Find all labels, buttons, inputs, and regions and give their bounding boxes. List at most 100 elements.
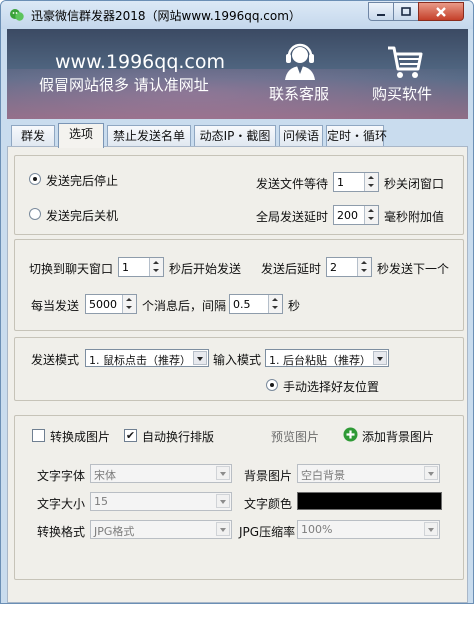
jpg-quality-value: 100% (301, 523, 333, 536)
chevron-down-icon[interactable] (373, 351, 387, 365)
every-send-label: 每当发送 (31, 299, 80, 313)
stop-after-send-radio[interactable] (29, 173, 41, 185)
interval-stepper[interactable] (268, 295, 282, 313)
bg-image-select[interactable]: 空白背景 (297, 464, 440, 483)
stop-after-send-label: 发送完后停止 (46, 174, 119, 188)
maximize-button[interactable] (393, 2, 419, 21)
global-delay-spinner[interactable] (333, 205, 379, 225)
font-size-value: 15 (94, 495, 108, 508)
send-finish-group: 发送完后停止 发送完后关机 发送文件等待 秒关闭窗口 全局发送延时 毫秒附加值 (14, 155, 464, 235)
switch-chat-spinner[interactable] (118, 257, 164, 277)
file-wait-spinner[interactable] (333, 172, 379, 192)
preview-image-button[interactable]: 预览图片 (271, 428, 319, 445)
input-mode-label: 输入模式 (213, 353, 262, 367)
send-mode-select[interactable]: 1. 鼠标点击（推荐） (85, 349, 209, 367)
close-button[interactable] (418, 2, 464, 21)
options-panel: 发送完后停止 发送完后关机 发送文件等待 秒关闭窗口 全局发送延时 毫秒附加值 … (7, 146, 468, 603)
global-delay-label: 全局发送延时 (256, 210, 329, 224)
every-send-suffix: 个消息后，间隔 (142, 299, 227, 313)
manual-select-label: 手动选择好友位置 (283, 380, 380, 394)
interval-input[interactable] (231, 296, 267, 312)
jpg-quality-select[interactable]: 100% (297, 520, 440, 539)
after-send-input[interactable] (328, 259, 356, 275)
mode-group: 发送模式 1. 鼠标点击（推荐） 输入模式 1. 后台粘贴（推荐） 手动选择好友… (14, 337, 464, 401)
input-mode-select[interactable]: 1. 后台粘贴（推荐） (265, 349, 389, 367)
every-send-stepper[interactable] (122, 295, 136, 313)
global-delay-input[interactable] (335, 207, 363, 223)
input-mode-value: 1. 后台粘贴（推荐） (269, 354, 371, 367)
after-send-label: 发送后延时 (261, 262, 322, 276)
shutdown-after-send-radio[interactable] (29, 208, 41, 220)
manual-select-radio[interactable] (266, 379, 278, 391)
headset-agent-icon (285, 43, 315, 80)
global-delay-stepper[interactable] (364, 206, 378, 224)
banner: www.1996qq.com 假冒网站很多 请认准网址 联系客服 购买软件 (7, 29, 468, 119)
app-window: 迅豪微信群发器2018（网站www.1996qq.com） www.1996qq… (0, 0, 474, 604)
convert-image-checkbox[interactable] (32, 429, 45, 442)
customer-service-button[interactable]: 联系客服 (259, 41, 339, 113)
bg-image-value: 空白背景 (301, 469, 345, 482)
app-icon (10, 9, 24, 21)
every-send-spinner[interactable] (85, 294, 137, 314)
auto-wrap-checkbox[interactable]: ✔ (124, 429, 137, 442)
add-circle-icon[interactable] (343, 427, 358, 442)
font-size-label: 文字大小 (37, 497, 86, 511)
chevron-down-icon[interactable] (424, 466, 438, 480)
tab-schedule-loop[interactable]: 定时・循环 (326, 125, 387, 147)
font-value: 宋体 (94, 469, 116, 482)
image-convert-group: 转换成图片 ✔ 自动换行排版 预览图片 添加背景图片 文字字体 宋体 背景图片 … (14, 415, 464, 580)
buy-software-button[interactable]: 购买软件 (362, 41, 442, 113)
customer-service-label: 联系客服 (268, 85, 329, 103)
chevron-down-icon[interactable] (216, 522, 230, 536)
send-delay-group: 切换到聊天窗口 秒后开始发送 发送后延时 秒发送下一个 每当发送 个消息后，间隔 (14, 239, 464, 331)
tab-mass-send[interactable]: 群发 (11, 125, 55, 147)
shopping-cart-icon (388, 46, 423, 78)
window-title: 迅豪微信群发器2018（网站www.1996qq.com） (31, 9, 301, 23)
tab-dynamic-ip-screenshot[interactable]: 动态IP・截图 (194, 125, 276, 147)
convert-image-label: 转换成图片 (50, 430, 111, 444)
format-label: 转换格式 (37, 525, 86, 539)
font-size-select[interactable]: 15 (90, 492, 232, 511)
interval-spinner[interactable] (229, 294, 283, 314)
chevron-down-icon[interactable] (216, 466, 230, 480)
after-send-stepper[interactable] (357, 258, 371, 276)
chevron-down-icon[interactable] (424, 522, 438, 536)
chevron-down-icon[interactable] (193, 351, 207, 365)
file-wait-stepper[interactable] (364, 173, 378, 191)
font-select[interactable]: 宋体 (90, 464, 232, 483)
auto-wrap-label: 自动换行排版 (142, 430, 215, 444)
switch-chat-input[interactable] (120, 259, 148, 275)
maximize-icon (401, 6, 411, 16)
send-mode-label: 发送模式 (31, 353, 80, 367)
tab-bar: 群发 选项 禁止发送名单 动态IP・截图 问候语 定时・循环 (11, 123, 467, 148)
file-wait-label: 发送文件等待 (256, 177, 329, 191)
buy-software-label: 购买软件 (371, 85, 432, 103)
format-select[interactable]: JPG格式 (90, 520, 232, 539)
font-label: 文字字体 (37, 469, 86, 483)
text-color-label: 文字颜色 (244, 497, 293, 511)
after-send-suffix: 秒发送下一个 (377, 262, 450, 276)
switch-chat-label: 切换到聊天窗口 (29, 262, 114, 276)
minimize-button[interactable] (368, 2, 394, 21)
close-icon (436, 6, 446, 17)
bg-image-label: 背景图片 (244, 469, 293, 483)
shutdown-after-send-label: 发送完后关机 (46, 209, 119, 223)
send-mode-value: 1. 鼠标点击（推荐） (89, 354, 191, 367)
tab-options[interactable]: 选项 (58, 123, 104, 148)
after-send-spinner[interactable] (326, 257, 372, 277)
add-background-button[interactable]: 添加背景图片 (362, 428, 434, 445)
banner-warning: 假冒网站很多 请认准网址 (39, 76, 209, 94)
close-window-suffix: 秒关闭窗口 (384, 177, 445, 191)
global-delay-suffix: 毫秒附加值 (384, 210, 445, 224)
file-wait-input[interactable] (335, 174, 363, 190)
chevron-down-icon[interactable] (216, 494, 230, 508)
every-send-input[interactable] (87, 296, 121, 312)
switch-chat-suffix: 秒后开始发送 (169, 262, 242, 276)
switch-chat-stepper[interactable] (149, 258, 163, 276)
tab-blocklist[interactable]: 禁止发送名单 (107, 125, 191, 147)
banner-url: www.1996qq.com (55, 51, 226, 73)
text-color-swatch[interactable] (297, 492, 442, 510)
tab-greetings[interactable]: 问候语 (279, 125, 323, 147)
interval-suffix: 秒 (288, 299, 301, 313)
title-bar[interactable]: 迅豪微信群发器2018（网站www.1996qq.com） (1, 1, 473, 29)
